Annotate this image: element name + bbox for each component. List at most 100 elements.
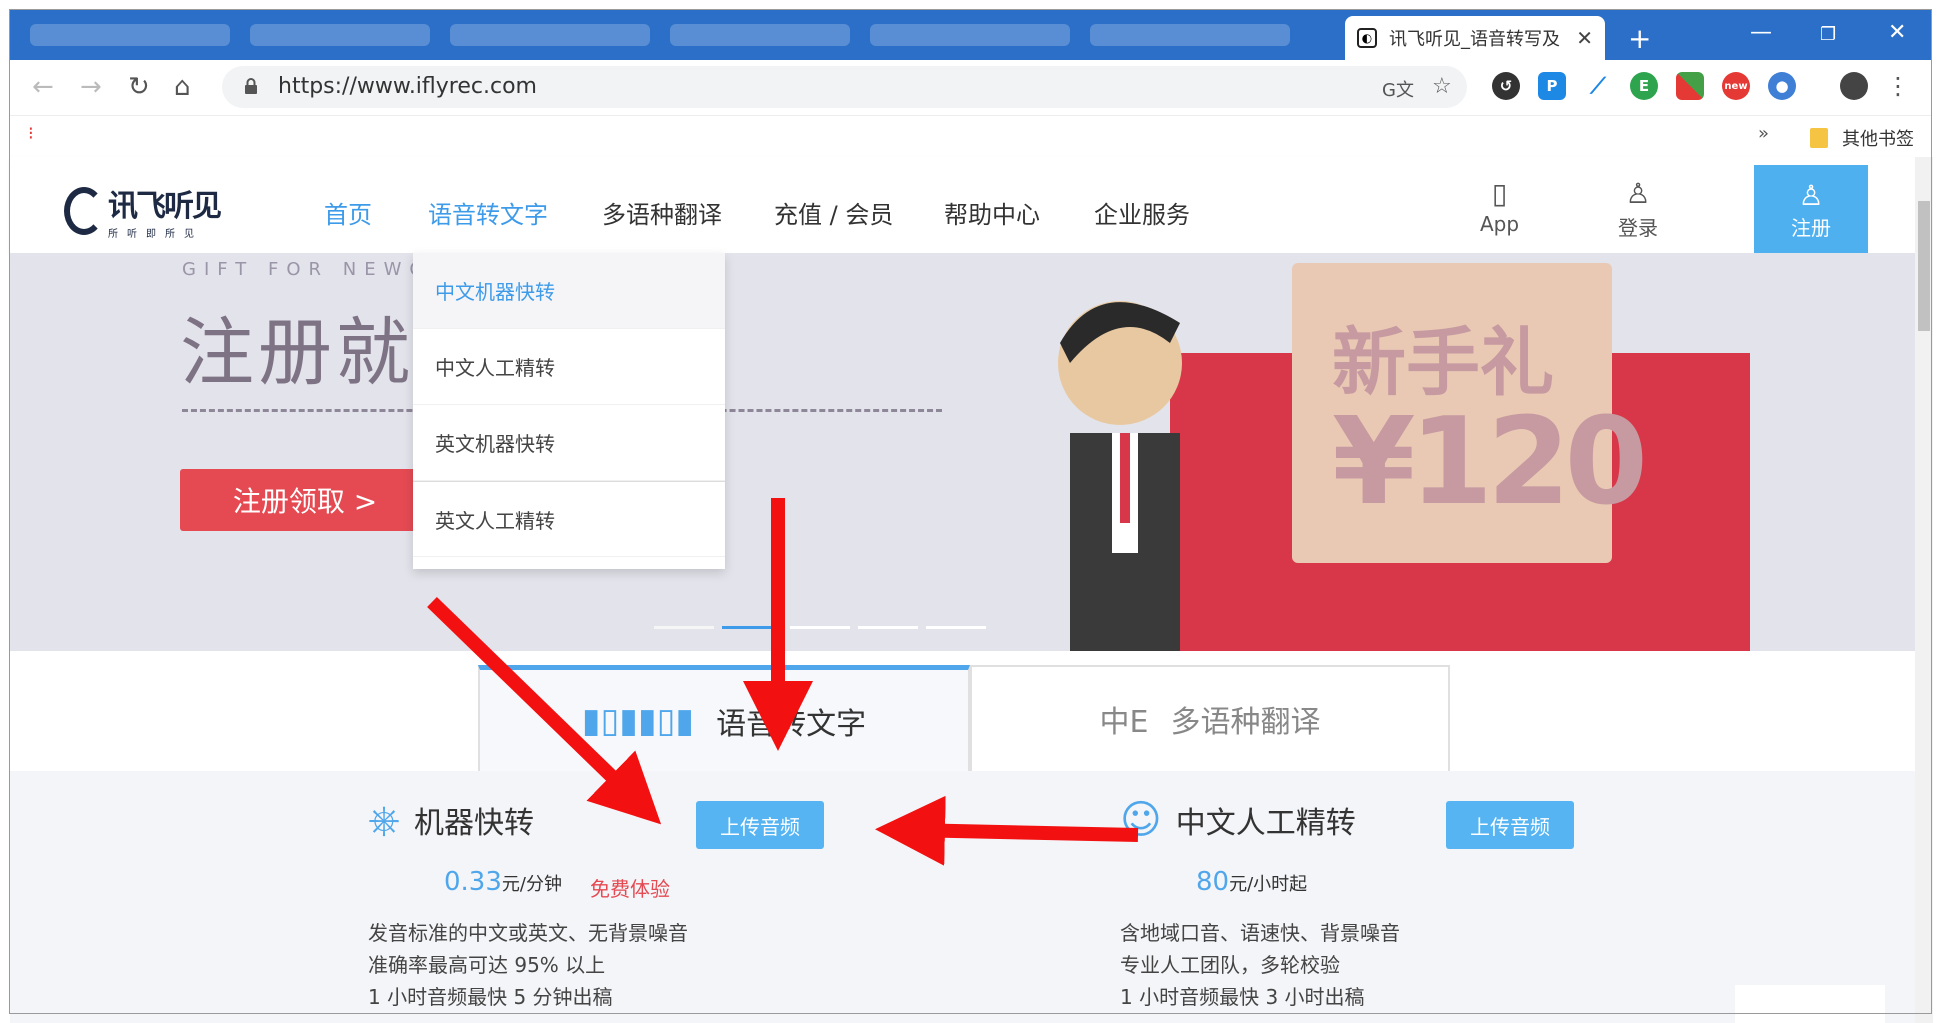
price-unit: 元/小时起 [1229,874,1308,895]
close-tab-icon[interactable]: ✕ [1576,26,1593,50]
upload-audio-button-human[interactable]: 上传音频 [1446,801,1574,849]
site-logo[interactable]: 讯飞听见 所听即所见 [64,181,222,240]
tab-speech-to-text[interactable]: ▮▯▮▮▯▮ 语音转文字 [478,665,970,771]
reload-icon[interactable]: ↻ [128,72,150,102]
evernote-icon[interactable]: E [1630,72,1658,100]
nav-help[interactable]: 帮助中心 [944,195,1040,230]
app-link[interactable]: ▯ App [1480,177,1519,236]
apps-icon[interactable]: ⁝ [28,123,34,144]
tab-translation-label: 多语种翻译 [1170,705,1321,740]
speech-dropdown-menu: 中文机器快转 中文人工精转 英文机器快转 英文人工精转 [413,253,725,569]
url-text[interactable]: https://www.iflyrec.com [278,74,537,99]
restore-icon[interactable]: ❐ [1820,24,1836,45]
person-headset-icon: ☺ [1120,797,1162,843]
favicon-icon: ◐ [1357,28,1377,48]
scrollbar-thumb[interactable] [1918,201,1930,331]
user-icon: ♙ [1625,177,1651,210]
new-tab-icon[interactable]: + [1628,22,1651,55]
cartoon-man [1058,301,1182,651]
service-desc-human: 含地域口音、语速快、背景噪音 专业人工团队，多轮校验 1 小时音频最快 3 小时… [1120,917,1400,1013]
nav-home[interactable]: 首页 [324,195,372,230]
close-window-icon[interactable]: ✕ [1888,20,1906,45]
forward-icon[interactable]: → [80,72,102,102]
tab-translation[interactable]: 中E 多语种翻译 [970,665,1450,771]
dropdown-item-en-machine[interactable]: 英文机器快转 [413,405,725,481]
promo-banner[interactable]: GIFT FOR NEWCOMERS 注册就送新手礼 注册领取 > 新手礼 ¥1… [10,253,1915,651]
logo-main-text: 讯飞听见 [108,189,222,224]
minimize-icon[interactable]: — [1750,20,1772,45]
tab-title: 讯飞听见_语音转写及 [1389,29,1560,50]
menu-icon[interactable]: ⋮ [1886,72,1910,100]
tab-speech-label: 语音转文字 [716,706,867,742]
nav-speech-to-text[interactable]: 语音转文字 [428,195,548,230]
bookmarks-overflow[interactable]: » [1758,123,1769,144]
desc-line: 专业人工团队，多轮校验 [1120,953,1340,977]
page-scrollbar[interactable] [1915,157,1933,1023]
service-desc-machine: 发音标准的中文或英文、无背景噪音 准确率最高可达 95% 以上 1 小时音频最快… [368,917,688,1013]
services-section: ⎈ 机器快转 上传音频 0.33元/分钟 免费体验 发音标准的中文或英文、无背景… [10,771,1915,1023]
register-claim-button[interactable]: 注册领取 > [180,469,430,531]
colorful-extension-icon[interactable] [1676,72,1704,100]
back-icon[interactable]: ← [32,72,54,102]
add-user-icon: ♙ [1798,179,1824,212]
profile-avatar[interactable] [1840,72,1868,100]
robot-icon: ⎈ [368,797,400,843]
sound-wave-icon: ▮▯▮▮▯▮ [581,700,695,741]
browser-window: ◐ 讯飞听见_语音转写及 ✕ + — ❐ ✕ ← → ↻ ⌂ https://w… [0,0,1941,1023]
floating-widget [1735,985,1885,1023]
browser-toolbar: ← → ↻ ⌂ https://www.iflyrec.com G文 ☆ ↺ P… [10,60,1931,116]
site-header: 讯飞听见 所听即所见 首页 语音转文字 多语种翻译 充值 / 会员 帮助中心 企… [10,157,1915,255]
upload-audio-button-machine[interactable]: 上传音频 [696,801,824,849]
carousel-dot[interactable] [858,626,918,629]
blurred-tab[interactable] [1090,24,1290,46]
blurred-tab[interactable] [250,24,430,46]
phone-icon: ▯ [1491,177,1508,210]
globe-extension-icon[interactable]: ● [1768,72,1796,100]
dropdown-item-cn-human[interactable]: 中文人工精转 [413,329,725,405]
extension-icon[interactable]: ↺ [1492,72,1520,100]
app-label: App [1480,212,1520,236]
desc-line: 1 小时音频最快 3 小时出稿 [1120,985,1365,1009]
desc-line: 准确率最高可达 95% 以上 [368,953,606,977]
desc-line: 含地域口音、语速快、背景噪音 [1120,921,1400,945]
other-bookmarks[interactable]: 其他书签 [1810,125,1914,151]
login-link[interactable]: ♙ 登录 [1618,177,1658,241]
dropdown-item-cn-machine[interactable]: 中文机器快转 [413,253,725,329]
price-unit: 元/分钟 [501,874,562,895]
translate-icon[interactable]: G文 [1382,76,1414,102]
free-trial-link[interactable]: 免费体验 [590,873,670,902]
carousel-dot-active[interactable] [722,626,782,629]
blurred-tab[interactable] [670,24,850,46]
service-machine: ⎈ 机器快转 [368,797,534,843]
new-extension-icon[interactable]: new [1722,72,1750,100]
price-value: 0.33 [444,867,502,897]
product-tabs: ▮▯▮▮▯▮ 语音转文字 中E 多语种翻译 [10,651,1915,771]
home-icon[interactable]: ⌂ [174,72,191,102]
title-bar: ◐ 讯飞听见_语音转写及 ✕ + — ❐ ✕ [10,10,1931,60]
nav-enterprise[interactable]: 企业服务 [1094,195,1190,230]
leaf-extension-icon[interactable]: ⟋ [1584,72,1612,100]
translate-bubble-icon: 中E [1099,705,1149,740]
desc-line: 发音标准的中文或英文、无背景噪音 [368,921,688,945]
carousel-dot[interactable] [926,626,986,629]
blurred-tab[interactable] [870,24,1070,46]
price-value: 80 [1196,867,1230,897]
blurred-tab[interactable] [30,24,230,46]
active-tab[interactable]: ◐ 讯飞听见_语音转写及 ✕ [1345,16,1605,60]
carousel-dot[interactable] [654,626,714,629]
lock-icon [245,78,257,94]
nav-translation[interactable]: 多语种翻译 [602,195,722,230]
bookmarks-bar: ⁝ » 其他书签 [10,117,1931,157]
price-machine: 0.33元/分钟 [444,867,562,897]
p-extension-icon[interactable]: P [1538,72,1566,100]
nav-recharge[interactable]: 充值 / 会员 [774,195,893,230]
new-badge: new [1724,80,1748,92]
card-amount: ¥120 [1332,393,1648,532]
dropdown-item-en-human[interactable]: 英文人工精转 [413,481,725,557]
address-bar[interactable]: https://www.iflyrec.com G文 ☆ [222,66,1467,108]
logo-sub-text: 所听即所见 [108,229,203,240]
bookmark-star-icon[interactable]: ☆ [1432,74,1452,99]
blurred-tab[interactable] [450,24,650,46]
carousel-dot[interactable] [790,626,850,629]
register-button[interactable]: ♙ 注册 [1754,165,1868,255]
